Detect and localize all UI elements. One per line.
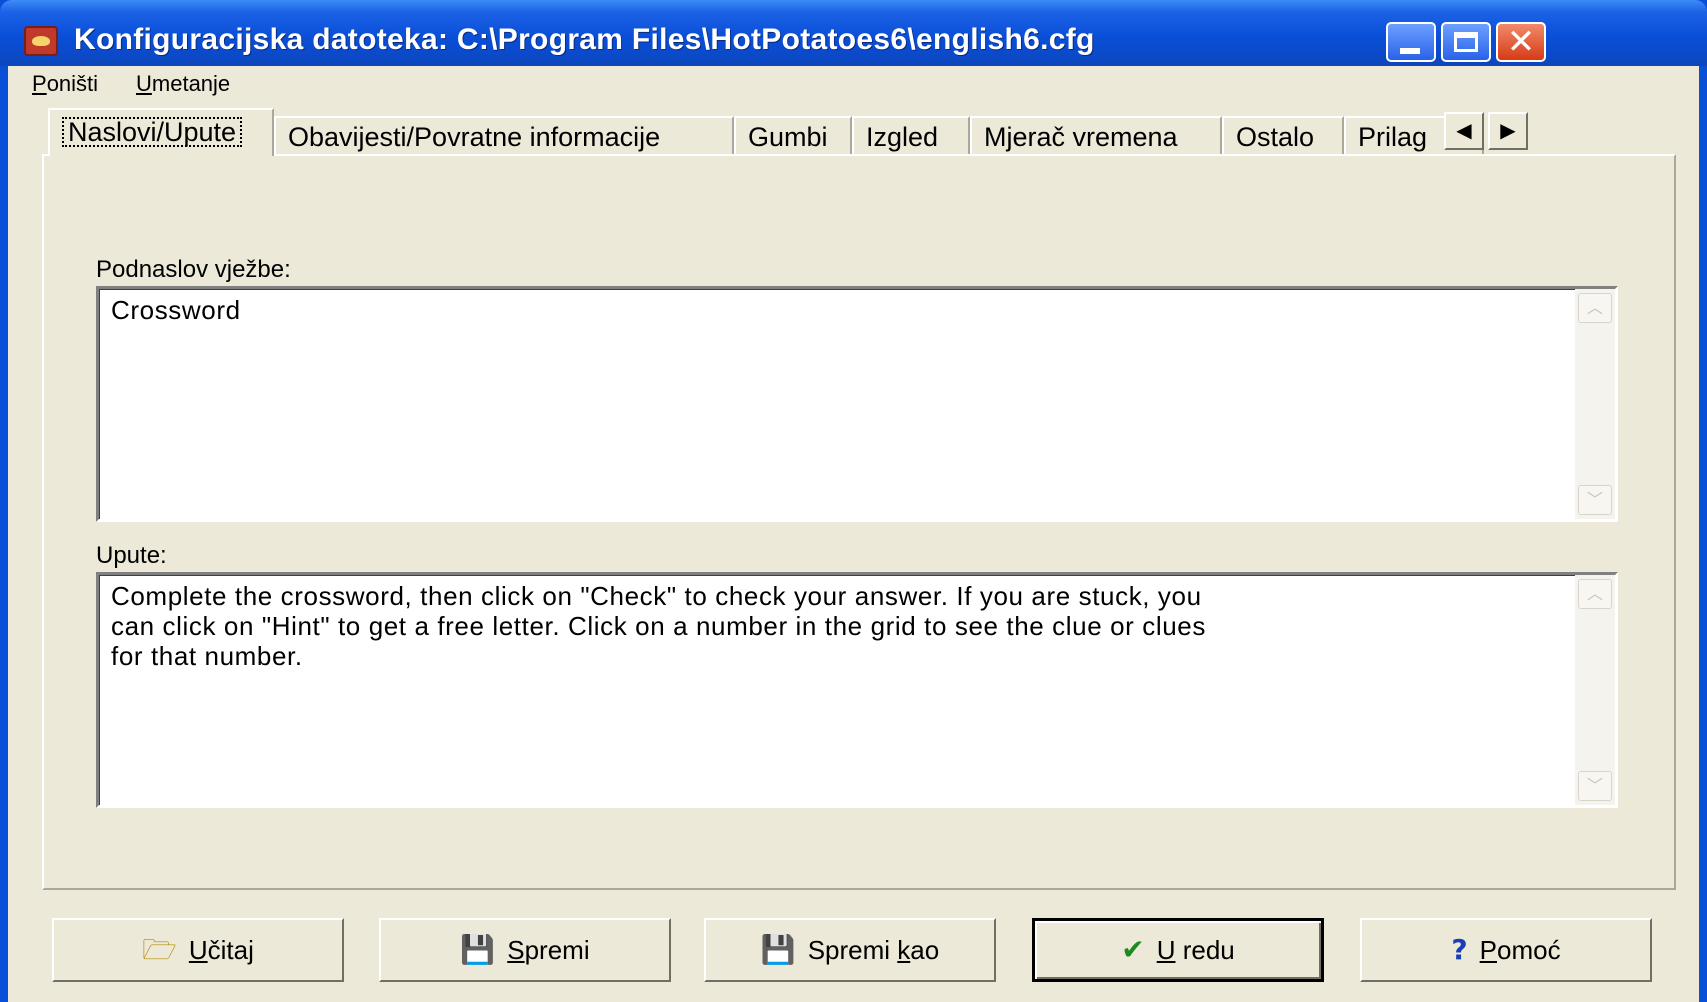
menu-undo-label: oništi xyxy=(46,71,99,96)
chevron-down-icon: ﹀ xyxy=(1586,776,1603,795)
maximize-button[interactable] xyxy=(1441,22,1491,62)
hot-potato-icon[interactable] xyxy=(24,26,58,56)
window-frame-left xyxy=(0,66,8,1002)
save-as-label-pre: Spremi xyxy=(807,934,898,965)
instructions-scrollbar[interactable]: ︿ ﹀ xyxy=(1575,575,1615,805)
scroll-down-button[interactable]: ﹀ xyxy=(1578,771,1612,801)
chevron-left-icon: ◀ xyxy=(1456,120,1472,142)
window-frame-right xyxy=(1699,66,1707,1002)
scroll-up-button[interactable]: ︿ xyxy=(1578,579,1612,609)
tab-appearance[interactable]: Izgled xyxy=(852,116,970,156)
menu-insert[interactable]: Umetanje xyxy=(136,66,230,102)
instructions-field[interactable]: Complete the crossword, then click on "C… xyxy=(96,572,1618,808)
chevron-up-icon: ︿ xyxy=(1586,298,1603,317)
tab-label: Gumbi xyxy=(748,122,828,152)
tab-label: Obavijesti/Povratne informacije xyxy=(288,122,661,152)
tab-panel: Podnaslov vježbe: Crossword ︿ ﹀ Upute: C… xyxy=(42,154,1676,890)
save-button-label: Spremi xyxy=(507,935,589,966)
config-window: Konfiguracijska datoteka: C:\Program Fil… xyxy=(0,0,1707,1002)
load-button[interactable]: 🗁 Učitaj xyxy=(52,918,344,982)
load-label-rest: čitaj xyxy=(207,934,254,965)
tab-feedback[interactable]: Obavijesti/Povratne informacije xyxy=(274,116,734,156)
menu-insert-label: metanje xyxy=(151,71,231,96)
tab-strip: Naslovi/Upute Obavijesti/Povratne inform… xyxy=(48,108,1688,156)
instructions-label: Upute: xyxy=(96,542,167,569)
close-button[interactable]: ✕ xyxy=(1496,22,1546,62)
save-as-icon: 💾 xyxy=(760,933,796,966)
subtitle-field[interactable]: Crossword ︿ ﹀ xyxy=(96,286,1618,522)
ok-accelerator: U xyxy=(1156,934,1176,965)
tab-label: Izgled xyxy=(866,122,939,152)
save-label-rest: premi xyxy=(524,934,590,965)
tab-label: Ostalo xyxy=(1236,122,1315,152)
tab-titles-instructions[interactable]: Naslovi/Upute xyxy=(48,108,274,156)
minimize-button[interactable] xyxy=(1386,22,1436,62)
instructions-text: Complete the crossword, then click on "C… xyxy=(111,581,1206,671)
tab-timer[interactable]: Mjerač vremena xyxy=(970,116,1222,156)
window-client-area: Poništi Umetanje Naslovi/Upute Obavijest… xyxy=(8,66,1699,1002)
menu-bar: Poništi Umetanje xyxy=(8,66,1699,102)
chevron-up-icon: ︿ xyxy=(1586,584,1603,603)
save-as-button-label: Spremi kao xyxy=(808,935,940,966)
save-as-accelerator: k xyxy=(897,934,911,965)
maximize-icon xyxy=(1443,24,1489,60)
subtitle-text: Crossword xyxy=(111,295,241,325)
subtitle-scrollbar[interactable]: ︿ ﹀ xyxy=(1575,289,1615,519)
scroll-down-button[interactable]: ﹀ xyxy=(1578,485,1612,515)
chevron-down-icon: ﹀ xyxy=(1586,490,1603,509)
load-accelerator: U xyxy=(188,934,208,965)
tab-scroll-right-button[interactable]: ▶ xyxy=(1488,112,1528,150)
help-label-rest: omoć xyxy=(1497,934,1561,965)
tab-other[interactable]: Ostalo xyxy=(1222,116,1344,156)
menu-undo-accelerator: P xyxy=(32,71,47,96)
menu-undo[interactable]: Poništi xyxy=(32,66,98,102)
floppy-disk-icon: 💾 xyxy=(460,933,496,966)
ok-button-label: U redu xyxy=(1157,935,1235,966)
save-accelerator: S xyxy=(507,934,525,965)
help-button-label: Pomoć xyxy=(1480,935,1561,966)
tab-label: Mjerač vremena xyxy=(984,122,1178,152)
ok-label-rest: redu xyxy=(1175,934,1235,965)
window-title: Konfiguracijska datoteka: C:\Program Fil… xyxy=(74,23,1095,56)
open-folder-icon: 🗁 xyxy=(142,933,177,966)
tab-label: Prilag xyxy=(1358,122,1428,152)
close-icon: ✕ xyxy=(1506,22,1536,62)
tab-label: Naslovi/Upute xyxy=(62,117,243,147)
help-accelerator: P xyxy=(1479,934,1497,965)
ok-button[interactable]: ✔ U redu xyxy=(1032,918,1324,982)
tab-scroll-left-button[interactable]: ◀ xyxy=(1444,112,1484,150)
menu-insert-accelerator: U xyxy=(136,71,152,96)
scroll-up-button[interactable]: ︿ xyxy=(1578,293,1612,323)
title-bar[interactable]: Konfiguracijska datoteka: C:\Program Fil… xyxy=(0,0,1707,66)
chevron-right-icon: ▶ xyxy=(1500,120,1516,142)
load-button-label: Učitaj xyxy=(189,935,254,966)
minimize-icon xyxy=(1388,24,1434,60)
save-as-label-rest: ao xyxy=(910,934,940,965)
save-button[interactable]: 💾 Spremi xyxy=(379,918,671,982)
checkmark-icon: ✔ xyxy=(1121,933,1145,966)
help-button[interactable]: ? Pomoć xyxy=(1360,918,1652,982)
question-mark-icon: ? xyxy=(1451,933,1468,966)
save-as-button[interactable]: 💾 Spremi kao xyxy=(704,918,996,982)
tab-buttons[interactable]: Gumbi xyxy=(734,116,852,156)
subtitle-label: Podnaslov vježbe: xyxy=(96,256,291,283)
